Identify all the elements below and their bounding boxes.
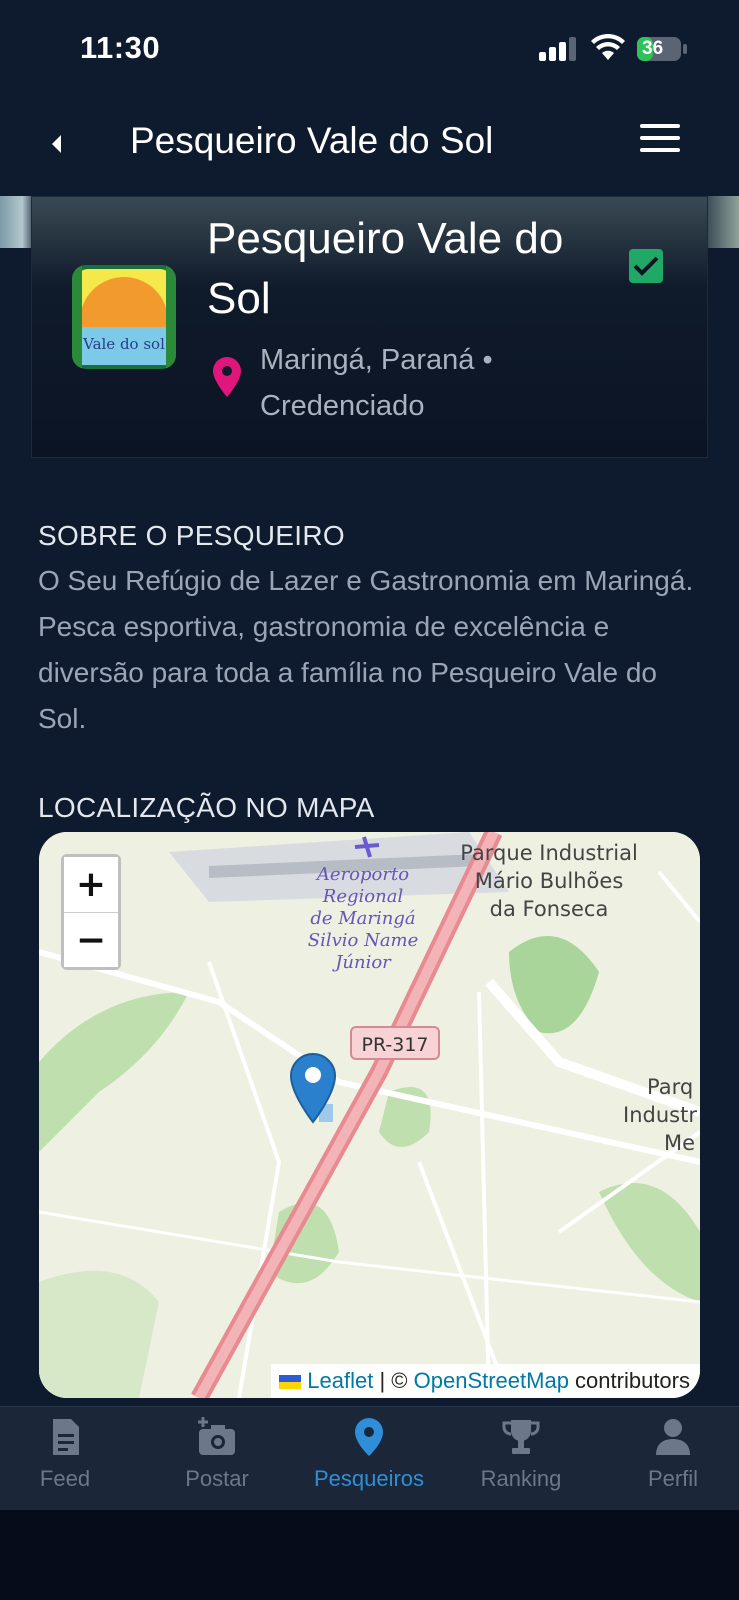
user-icon <box>656 1419 690 1455</box>
about-heading: SOBRE O PESQUEIRO <box>38 520 345 551</box>
battery-level: 36 <box>642 38 664 59</box>
status-bar: 11:30 36 <box>0 0 739 96</box>
battery-icon: 36 <box>636 36 688 62</box>
pesqueiro-location: Maringá, Paraná • Credenciado <box>260 337 560 429</box>
bottom-tab-bar: Feed Postar Pesqueiros Ranking Perfil <box>0 1406 739 1510</box>
check-icon <box>633 256 659 276</box>
airport-label-5: Júnior <box>331 952 392 973</box>
tab-postar[interactable]: Postar <box>157 1417 277 1507</box>
park1-label-2: Mário Bulhões <box>475 869 624 893</box>
wifi-icon <box>591 34 625 60</box>
pesqueiro-card: Vale do sol Pesqueiro Vale do Sol Maring… <box>31 196 708 458</box>
tab-postar-label: Postar <box>185 1466 249 1491</box>
camera-plus-icon <box>198 1417 235 1455</box>
feed-icon <box>53 1419 79 1455</box>
osm-link[interactable]: OpenStreetMap <box>414 1368 569 1393</box>
airport-label-1: Aeroporto <box>315 864 409 885</box>
park2-label-3: Me <box>664 1131 695 1155</box>
map-heading: LOCALIZAÇÃO NO MAPA <box>38 792 375 823</box>
menu-button[interactable] <box>640 124 680 164</box>
signal-icon <box>539 37 576 61</box>
airport-label-3: de Maringá <box>310 908 415 929</box>
back-arrow-icon <box>52 135 61 153</box>
home-indicator-area <box>0 1510 739 1600</box>
park2-label-1: Parq <box>647 1075 693 1099</box>
tab-pesqueiros[interactable]: Pesqueiros <box>309 1417 429 1507</box>
zoom-out-button[interactable]: − <box>64 912 118 967</box>
map-tiles: PR-317 Aeroporto Regional de Maringá Sil… <box>39 832 700 1398</box>
accreditation-status: Credenciado <box>260 390 425 422</box>
tab-pesqueiros-label: Pesqueiros <box>313 1466 425 1491</box>
verified-checkbox <box>629 249 663 283</box>
tab-feed-label: Feed <box>39 1466 91 1491</box>
zoom-control: + − <box>61 854 121 970</box>
tab-ranking[interactable]: Ranking <box>461 1417 581 1507</box>
park1-label-1: Parque Industrial <box>460 841 638 865</box>
location-map[interactable]: PR-317 Aeroporto Regional de Maringá Sil… <box>39 832 700 1398</box>
page-title: Pesqueiro Vale do Sol <box>130 120 494 161</box>
attribution-contributors: contributors <box>568 1368 690 1393</box>
tab-ranking-label: Ranking <box>480 1466 562 1491</box>
park1-label-3: da Fonseca <box>490 897 609 921</box>
leaflet-link[interactable]: Leaflet <box>307 1368 373 1393</box>
attribution-separator: | © <box>373 1368 414 1393</box>
location-city: Maringá, Paraná • <box>260 344 493 376</box>
logo-text: Vale do sol <box>82 335 165 353</box>
airport-label-2: Regional <box>322 886 404 907</box>
tab-perfil[interactable]: Perfil <box>613 1417 733 1507</box>
airport-label-4: Silvio Name <box>308 930 419 951</box>
hamburger-icon <box>640 124 680 152</box>
tab-feed[interactable]: Feed <box>5 1417 125 1507</box>
road-label: PR-317 <box>361 1034 428 1056</box>
screen: 11:30 36 Pesqueiro Vale do Sol Vale do s… <box>0 0 739 1600</box>
map-pin-icon <box>355 1418 383 1456</box>
ukraine-flag-icon <box>279 1375 302 1390</box>
pesqueiro-name: Pesqueiro Vale do Sol <box>207 214 564 323</box>
park2-label-2: Industr <box>623 1103 697 1127</box>
navigation-header: Pesqueiro Vale do Sol <box>0 96 739 196</box>
pesqueiro-logo: Vale do sol <box>72 265 176 369</box>
zoom-in-button[interactable]: + <box>64 857 118 912</box>
back-button[interactable] <box>36 122 76 166</box>
location-pin-icon <box>213 357 241 397</box>
map-attribution: Leaflet | © OpenStreetMap contributors <box>271 1364 700 1398</box>
about-text: O Seu Refúgio de Lazer e Gastronomia em … <box>38 565 694 734</box>
status-time: 11:30 <box>80 30 161 65</box>
trophy-icon <box>502 1420 540 1454</box>
tab-perfil-label: Perfil <box>647 1466 699 1491</box>
